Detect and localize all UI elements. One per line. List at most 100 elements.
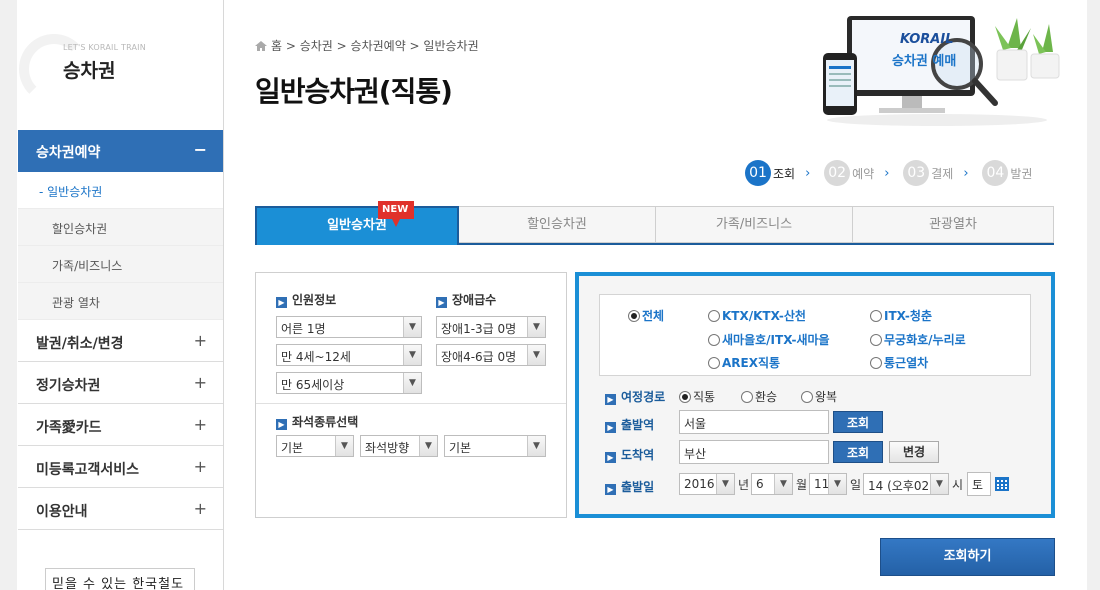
radio-checked-icon [628,310,640,322]
disability-label: ▶ 장애급수 [436,291,496,308]
chevron-down-icon: ▼ [403,373,421,393]
expand-icon[interactable]: + [194,415,207,434]
step-reserve: 02 예약 [824,160,874,186]
expand-icon[interactable]: + [194,499,207,518]
menu-label: 이용안내 [36,504,88,520]
seat-direction-select[interactable]: 좌석방향 ▼ [360,435,438,457]
menu-season-ticket[interactable]: 정기승차권 + [18,362,223,404]
train-type-arex[interactable]: AREX직통 [708,354,780,371]
calendar-icon[interactable] [995,477,1009,491]
radio-icon [708,334,720,346]
hour-unit: 시 [952,478,964,492]
submenu-discount-ticket[interactable]: 할인승차권 [18,209,223,246]
tab-family-business[interactable]: 가족/비즈니스 [656,206,853,243]
arrow-bullet-icon: ▶ [605,452,616,463]
expand-icon[interactable]: + [194,457,207,476]
collapse-icon[interactable]: − [194,140,207,159]
menu-guest-service[interactable]: 미등록고객서비스 + [18,446,223,488]
seat-type-select[interactable]: 기본 ▼ [276,435,354,457]
year-select[interactable]: 2016 ▼ [679,473,735,495]
chevron-down-icon: ▼ [527,317,545,337]
arrow-bullet-icon: ▶ [436,297,447,308]
radio-icon [741,391,753,403]
train-type-saemaeul[interactable]: 새마을호/ITX-새마을 [708,331,830,348]
home-icon [255,41,267,51]
menu-ticket-reservation[interactable]: 승차권예약 − [18,130,223,172]
tab-discount-ticket[interactable]: 할인승차권 [459,206,656,243]
passenger-info-label: ▶ 인원정보 [276,291,336,308]
adult-count-select[interactable]: 어른 1명 ▼ [276,316,422,338]
chevron-right-icon: › [884,165,890,181]
chevron-down-icon: ▼ [828,474,846,494]
senior-count-select[interactable]: 만 65세이상 ▼ [276,372,422,394]
swap-stations-button[interactable]: 변경 [889,441,939,463]
day-unit: 일 [850,478,862,492]
year-unit: 년 [738,478,750,492]
arrival-station-input[interactable]: 부산 [679,440,829,464]
expand-icon[interactable]: + [194,331,207,350]
brand-subtitle: LET'S KORAIL TRAIN [63,43,146,52]
menu-issue-cancel[interactable]: 발권/취소/변경 + [18,320,223,362]
brand-title: 승차권 [63,60,116,82]
menu-usage-guide[interactable]: 이용안내 + [18,488,223,530]
arrow-bullet-icon: ▶ [605,394,616,405]
route-roundtrip[interactable]: 왕복 [801,388,837,405]
chevron-down-icon: ▼ [930,474,948,494]
arrow-bullet-icon: ▶ [605,484,616,495]
page-title: 일반승차권(직통) [255,75,453,108]
arrival-search-button[interactable]: 조회 [833,441,883,463]
departure-label: ▶ 출발역 [605,416,654,433]
tab-tour-train[interactable]: 관광열차 [853,206,1054,243]
route-transfer[interactable]: 환승 [741,388,777,405]
step-payment: 03 결제 [903,160,953,186]
radio-icon [870,357,882,369]
weekday-display: 토 [967,472,991,496]
ticket-type-tabs: 일반승차권 할인승차권 가족/비즈니스 관광열차 [255,206,1054,245]
radio-icon [708,357,720,369]
train-type-itx-cheongchun[interactable]: ITX-청춘 [870,307,932,324]
submenu-family-business[interactable]: 가족/비즈니스 [18,246,223,283]
chevron-down-icon: ▼ [335,436,353,456]
tab-general-ticket[interactable]: 일반승차권 [255,206,459,245]
submenu-tour-train[interactable]: 관광 열차 [18,283,223,320]
radio-checked-icon [679,391,691,403]
train-type-all[interactable]: 전체 [628,307,664,324]
route-direct[interactable]: 직통 [679,388,715,405]
departure-station-input[interactable]: 서울 [679,410,829,434]
seat-option-select[interactable]: 기본 ▼ [444,435,546,457]
menu-label: 정기승차권 [36,378,101,394]
chevron-down-icon: ▼ [774,474,792,494]
month-select[interactable]: 6 ▼ [751,473,793,495]
hour-select[interactable]: 14 (오후02) ▼ [863,473,949,495]
route-panel: 전체 KTX/KTX-산천 ITX-청춘 새마을호/ITX-새마을 무궁화호/누… [575,272,1055,518]
arrow-bullet-icon: ▶ [276,419,287,430]
radio-icon [870,310,882,322]
page: LET'S KORAIL TRAIN 승차권 승차권예약 − - 일반승차권 할… [17,0,1087,590]
departure-search-button[interactable]: 조회 [833,411,883,433]
breadcrumb-text: 홈 > 승차권 > 승차권예약 > 일반승차권 [271,39,479,53]
menu-family-card[interactable]: 가족愛카드 + [18,404,223,446]
expand-icon[interactable]: + [194,373,207,392]
radio-icon [708,310,720,322]
search-submit-button[interactable]: 조회하기 [880,538,1055,576]
chevron-down-icon: ▼ [527,345,545,365]
day-select[interactable]: 11 ▼ [809,473,847,495]
train-type-ktx[interactable]: KTX/KTX-산천 [708,307,806,324]
route-label: ▶ 여정경로 [605,388,665,405]
new-badge: NEW [378,201,414,227]
child-count-select[interactable]: 만 4세~12세 ▼ [276,344,422,366]
menu-label: 가족愛카드 [36,420,102,436]
divider [256,403,566,404]
slogan-banner[interactable]: 믿을 수 있는 한국철도 [45,568,195,590]
menu-label: 발권/취소/변경 [36,336,124,352]
train-type-mugunghwa[interactable]: 무궁화호/누리로 [870,331,966,348]
sidebar-brand: LET'S KORAIL TRAIN 승차권 [17,0,223,130]
arrival-label: ▶ 도착역 [605,446,654,463]
train-type-commuter[interactable]: 통근열차 [870,354,928,371]
arrow-bullet-icon: ▶ [276,297,287,308]
menu-label: 미등록고객서비스 [36,462,140,478]
disability-4-6-select[interactable]: 장애4-6급 0명 ▼ [436,344,546,366]
submenu-general-ticket[interactable]: - 일반승차권 [18,172,223,209]
disability-1-3-select[interactable]: 장애1-3급 0명 ▼ [436,316,546,338]
month-unit: 월 [796,478,808,492]
